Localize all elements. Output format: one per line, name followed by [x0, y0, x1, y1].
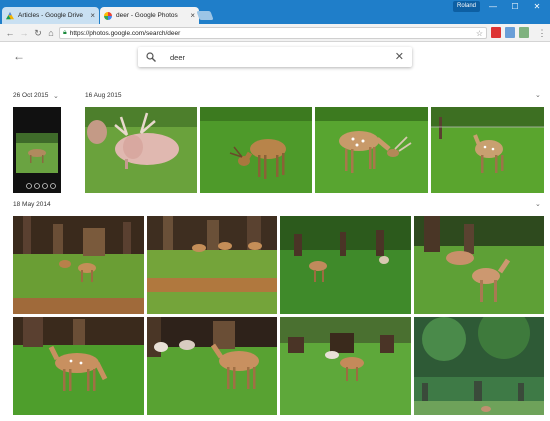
search-query[interactable]: deer [170, 53, 395, 62]
photo-thumbnail[interactable] [13, 216, 144, 314]
forward-arrow-icon[interactable]: → [18, 27, 30, 39]
clear-search-icon[interactable]: ✕ [395, 52, 404, 63]
browser-toolbar: ← → ↻ ⌂ 🔒︎ https://photos.google.com/sea… [0, 24, 550, 42]
back-arrow-icon[interactable]: ← [4, 27, 16, 39]
photo-thumbnail[interactable] [431, 107, 544, 193]
menu-icon[interactable]: ⋮ [536, 27, 548, 39]
back-arrow-icon[interactable]: ← [13, 50, 25, 62]
maximize-icon[interactable]: ☐ [505, 1, 525, 13]
chevron-down-icon[interactable]: ⌄ [53, 92, 59, 100]
url-text: https://photos.google.com/search/deer [69, 29, 181, 37]
tab-title: Articles - Google Drive [18, 12, 84, 19]
photo-thumbnail[interactable] [13, 317, 144, 415]
photo-thumbnail[interactable] [280, 216, 411, 314]
close-tab-icon[interactable]: × [190, 11, 195, 20]
google-drive-icon [6, 11, 14, 19]
profile-button[interactable]: Roland [453, 1, 481, 12]
extension-icon[interactable] [491, 27, 501, 38]
chevron-down-icon[interactable]: ⌄ [535, 200, 541, 208]
google-photos-icon [104, 11, 112, 20]
chevron-down-icon[interactable]: ⌄ [535, 91, 541, 99]
extension-icon[interactable] [505, 27, 515, 38]
new-tab-button[interactable] [196, 11, 214, 20]
minimize-icon[interactable]: — [483, 1, 503, 13]
search-icon [146, 52, 156, 62]
tab-title: deer - Google Photos [116, 12, 178, 19]
close-tab-icon[interactable]: × [90, 11, 95, 20]
lock-icon: 🔒︎ [63, 29, 67, 36]
browser-tab-bar: Articles - Google Drive × deer - Google … [0, 0, 550, 24]
photo-thumbnail[interactable] [280, 317, 411, 415]
date-header: 26 Oct 2015 [13, 92, 49, 99]
photo-thumbnail[interactable] [414, 216, 544, 314]
extension-icon[interactable] [519, 27, 529, 38]
tab-google-photos[interactable]: deer - Google Photos × [100, 7, 199, 24]
address-bar[interactable]: 🔒︎ https://photos.google.com/search/deer… [59, 27, 487, 39]
photo-thumbnail[interactable] [147, 216, 277, 314]
photo-thumbnail[interactable] [13, 107, 61, 193]
tab-google-drive[interactable]: Articles - Google Drive × [2, 7, 99, 24]
photo-thumbnail[interactable] [200, 107, 312, 193]
close-window-icon[interactable]: ✕ [527, 1, 547, 13]
bookmark-star-icon[interactable]: ☆ [476, 29, 483, 38]
search-bar[interactable]: deer ✕ [138, 47, 412, 67]
photo-thumbnail[interactable] [85, 107, 197, 193]
photo-thumbnail[interactable] [414, 317, 544, 415]
date-header: 18 May 2014 [13, 201, 51, 208]
photo-thumbnail[interactable] [315, 107, 428, 193]
date-header: 16 Aug 2015 [85, 92, 122, 99]
reload-icon[interactable]: ↻ [32, 27, 44, 39]
home-icon[interactable]: ⌂ [45, 27, 57, 39]
photo-thumbnail[interactable] [147, 317, 277, 415]
